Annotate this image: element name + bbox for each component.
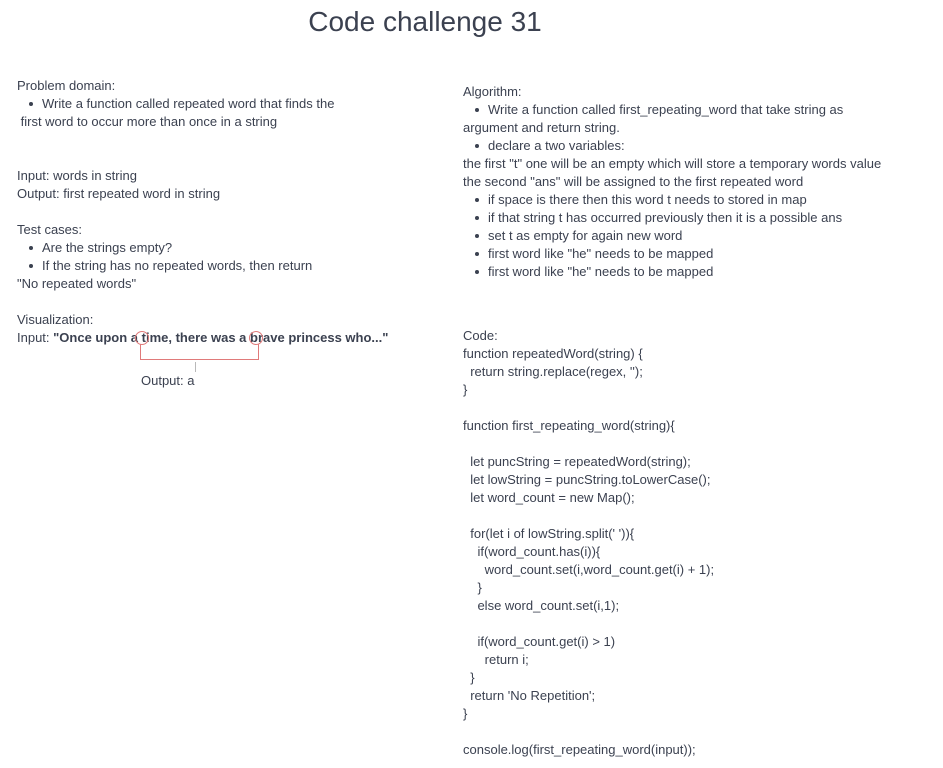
code-line: function first_repeating_word(string){ [463,418,675,433]
problem-heading: Problem domain: [17,78,116,93]
input-description: Input: words in string [17,168,137,183]
code-line: } [463,706,468,721]
left-column: Problem domain: Write a function called … [17,77,437,347]
page-title: Code challenge 31 [308,6,542,37]
visualization-sentence: "Once upon a time, there was a brave pri… [53,330,389,345]
code-line: else word_count.set(i,1); [463,598,620,613]
connector-bracket [140,344,259,360]
code-line: } [463,670,475,685]
test-case-2-continuation: "No repeated words" [17,276,137,291]
visualization-heading: Visualization: [17,312,94,327]
algorithm-step-4: if that string t has occurred previously… [463,209,938,227]
code-line: } [463,580,482,595]
highlight-circle-second-a [249,331,263,345]
problem-bullet: Write a function called repeated word th… [17,95,437,113]
test-case-2: If the string has no repeated words, the… [17,257,437,275]
code-line: return 'No Repetition'; [463,688,596,703]
code-line: word_count.set(i,word_count.get(i) + 1); [463,562,715,577]
code-line: function repeatedWord(string) { [463,346,643,361]
algorithm-step-2: declare a two variables: [463,137,938,155]
algorithm-step-7: first word like "he" needs to be mapped [463,263,938,281]
visualization-input-label: Input: [17,330,54,345]
test-cases-heading: Test cases: [17,222,83,237]
highlight-circle-first-a [135,331,149,345]
code-line: return i; [463,652,529,667]
output-description: Output: first repeated word in string [17,186,221,201]
algorithm-step-1-continuation: argument and return string. [463,120,620,135]
algorithm-step-5: set t as empty for again new word [463,227,938,245]
algorithm-step-3: if space is there then this word t needs… [463,191,938,209]
algorithm-step-6: first word like "he" needs to be mapped [463,245,938,263]
algorithm-heading: Algorithm: [463,84,522,99]
connector-tick [195,362,196,372]
code-line: for(let i of lowString.split(' ')){ [463,526,635,541]
visualization-output: Output: a [141,373,195,388]
code-line: } [463,382,468,397]
code-heading: Code: [463,328,498,343]
code-line: let puncString = repeatedWord(string); [463,454,691,469]
algorithm-step-1: Write a function called first_repeating_… [463,101,938,119]
code-line: return string.replace(regex, ''); [463,364,643,379]
right-column: Algorithm: Write a function called first… [463,83,938,759]
code-line: if(word_count.get(i) > 1) [463,634,616,649]
code-line: let word_count = new Map(); [463,490,635,505]
code-line: let lowString = puncString.toLowerCase()… [463,472,711,487]
code-line: if(word_count.has(i)){ [463,544,601,559]
problem-bullet-continuation: first word to occur more than once in a … [17,114,278,129]
algorithm-note-2: the second "ans" will be assigned to the… [463,174,804,189]
code-line: console.log(first_repeating_word(input))… [463,742,696,757]
test-case-1: Are the strings empty? [17,239,437,257]
algorithm-note-1: the first "t" one will be an empty which… [463,156,882,171]
